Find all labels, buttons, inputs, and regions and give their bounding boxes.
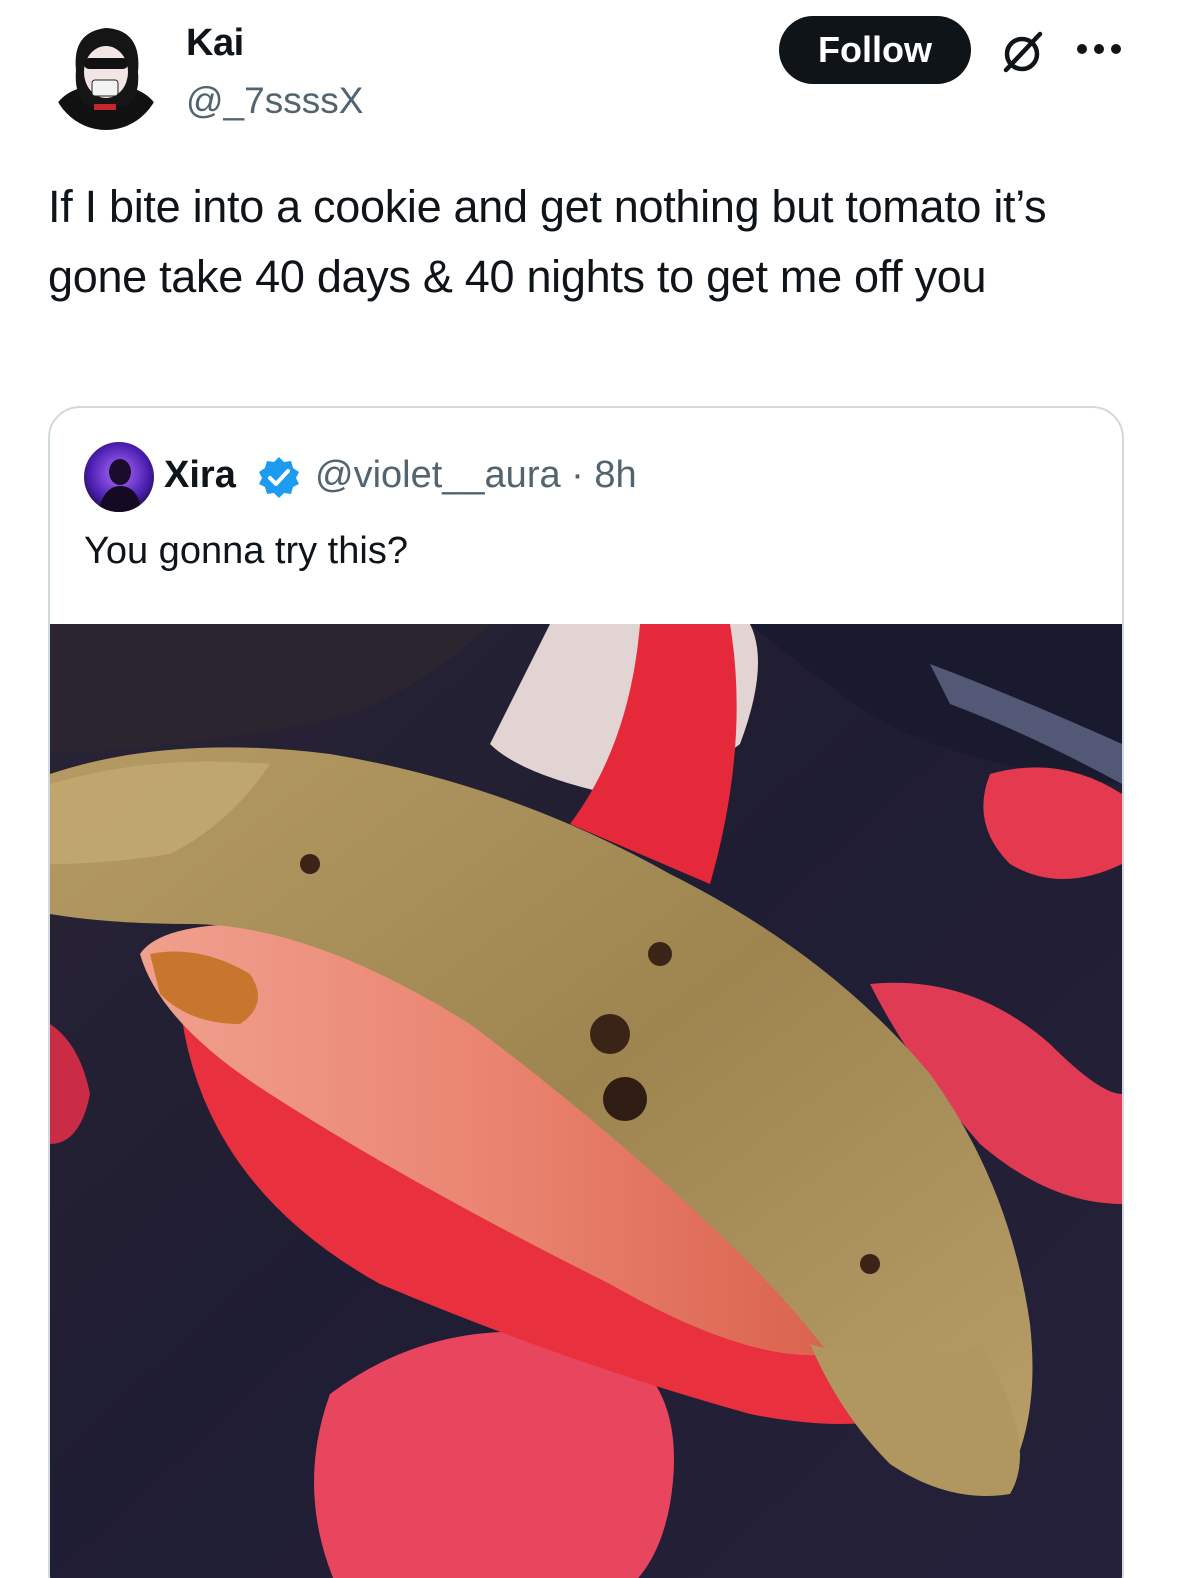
- post-text: If I bite into a cookie and get nothing …: [48, 181, 1047, 302]
- cookie-tomato-photo: [50, 624, 1122, 1578]
- verified-badge-icon: [256, 454, 302, 500]
- more-options-icon[interactable]: [1075, 40, 1123, 60]
- quoted-post-text: You gonna try this?: [84, 530, 408, 572]
- quoted-display-name[interactable]: Xira: [164, 454, 236, 497]
- follow-button[interactable]: Follow: [779, 16, 971, 84]
- quoted-post-photo[interactable]: [50, 624, 1122, 1578]
- grok-icon[interactable]: [998, 28, 1046, 76]
- quoted-post-card[interactable]: Xira @violet__aura · 8h You gonna try th…: [48, 406, 1124, 1578]
- quoted-author-avatar[interactable]: [84, 442, 154, 512]
- author-display-name[interactable]: Kai: [186, 22, 244, 65]
- post-header: Kai @_7ssssX Follow: [0, 0, 1179, 150]
- quoted-handle-time[interactable]: @violet__aura · 8h: [315, 454, 637, 497]
- author-handle[interactable]: @_7ssssX: [186, 80, 363, 122]
- author-avatar[interactable]: [50, 14, 162, 130]
